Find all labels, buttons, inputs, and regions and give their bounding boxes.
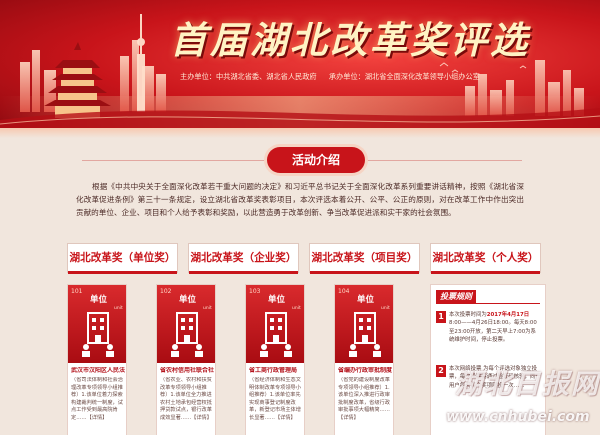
watermark-logo: 湖北日报网 [455, 369, 600, 400]
candidate-name: 省工商行政管理局 [249, 367, 298, 374]
building-icon [82, 312, 114, 357]
candidate-number: 101 [71, 288, 83, 295]
rule-number: 1 [436, 311, 446, 323]
candidate-name: 省编办行政审批制度改革处 [338, 367, 392, 374]
candidate-name: 省农村信用社联合社 [160, 367, 214, 374]
card-header: 103 单位 unit [246, 285, 304, 363]
card-category: 单位 [357, 295, 375, 305]
section-title: 活动介绍 [267, 147, 365, 173]
candidate-card[interactable]: 104 单位 unit 省编办行政审批制度改革处 （省党的建设制度改革专项领导小… [334, 284, 394, 435]
candidate-number: 104 [338, 288, 350, 295]
rule-body: 8:00——4月26日18:00。每天8:00至23:00开放，第二天早上7:0… [449, 320, 537, 343]
candidate-description: （省司法体制和社会治理改革专项领导小组推荐）1.该单位着力探索构建裁判统一制度，… [71, 377, 123, 421]
candidate-number: 102 [160, 288, 172, 295]
candidate-description: （省党的建设制度改革专项领导小组推荐）1.该单位深入推进行政审批制度改革，省级行… [338, 377, 390, 421]
card-category: 单位 [268, 295, 286, 305]
voting-rules-divider [436, 303, 540, 304]
candidate-card[interactable]: 103 单位 unit 省工商行政管理局 （省经济体制和生态文明体制改革专项领导… [245, 284, 305, 435]
candidate-description: （省农业、农村和扶贫改革专项领导小组推荐）1.该单位全力推进农村土地承包经营权抵… [160, 377, 212, 421]
undertaker-text: 承办单位：湖北省全面深化改革领导小组办公室 [328, 72, 480, 81]
candidate-card[interactable]: 101 单位 unit 武汉市汉阳区人民法院 （省司法体制和社会治理改革专项领导… [67, 284, 127, 435]
building-icon [260, 312, 292, 357]
header-banner: 首届湖北改革奖评选 主办单位：中共湖北省委、湖北省人民政府 承办单位：湖北省全面… [0, 0, 600, 128]
rule-text: 本次投票时间为2017年4月17日 8:00——4月26日18:00。每天8:0… [449, 311, 541, 344]
voting-rules-title: 投票规则 [436, 290, 476, 303]
candidate-description: （省经济体制和生态文明体制改革专项领导小组推荐）1.该单位率先实现商事登记制度改… [249, 377, 301, 421]
building-icon [349, 312, 381, 357]
tab-enterprise-award[interactable]: 湖北改革奖（企业奖） [188, 243, 299, 274]
award-category-tabs: 湖北改革奖（单位奖） 湖北改革奖（企业奖） 湖北改革奖（项目奖） 湖北改革奖（个… [67, 243, 547, 275]
card-category: 单位 [90, 295, 108, 305]
event-title: 首届湖北改革奖评选 [170, 18, 530, 62]
tab-individual-award[interactable]: 湖北改革奖（个人奖） [430, 243, 541, 274]
candidate-card[interactable]: 102 单位 unit 省农村信用社联合社 （省农业、农村和扶贫改革专项领导小组… [156, 284, 216, 435]
banner-fade [0, 128, 600, 138]
card-header: 102 单位 unit [157, 285, 215, 363]
card-header: 101 单位 unit [68, 285, 126, 363]
card-category: 单位 [179, 295, 197, 305]
building-icon [171, 312, 203, 357]
site-watermark: 湖北日报网 www.cnhubei.com [440, 362, 600, 435]
tab-project-award[interactable]: 湖北改革奖（项目奖） [309, 243, 420, 274]
rule-date: 2017年4月17日 [486, 312, 530, 318]
intro-paragraph: 根据《中共中央关于全面深化改革若干重大问题的决定》和习近平总书记关于全面深化改革… [76, 182, 524, 218]
watermark-url: www.cnhubei.com [446, 409, 590, 425]
rule-lead: 本次投票时间为 [449, 312, 487, 318]
organizer-line: 主办单位：中共湖北省委、湖北省人民政府 承办单位：湖北省全面深化改革领导小组办公… [180, 72, 490, 82]
candidate-name: 武汉市汉阳区人民法院 [71, 367, 125, 374]
candidate-number: 103 [249, 288, 261, 295]
organizer-text: 主办单位：中共湖北省委、湖北省人民政府 [180, 72, 317, 81]
card-header: 104 单位 unit [335, 285, 393, 363]
tab-unit-award[interactable]: 湖北改革奖（单位奖） [67, 243, 178, 274]
